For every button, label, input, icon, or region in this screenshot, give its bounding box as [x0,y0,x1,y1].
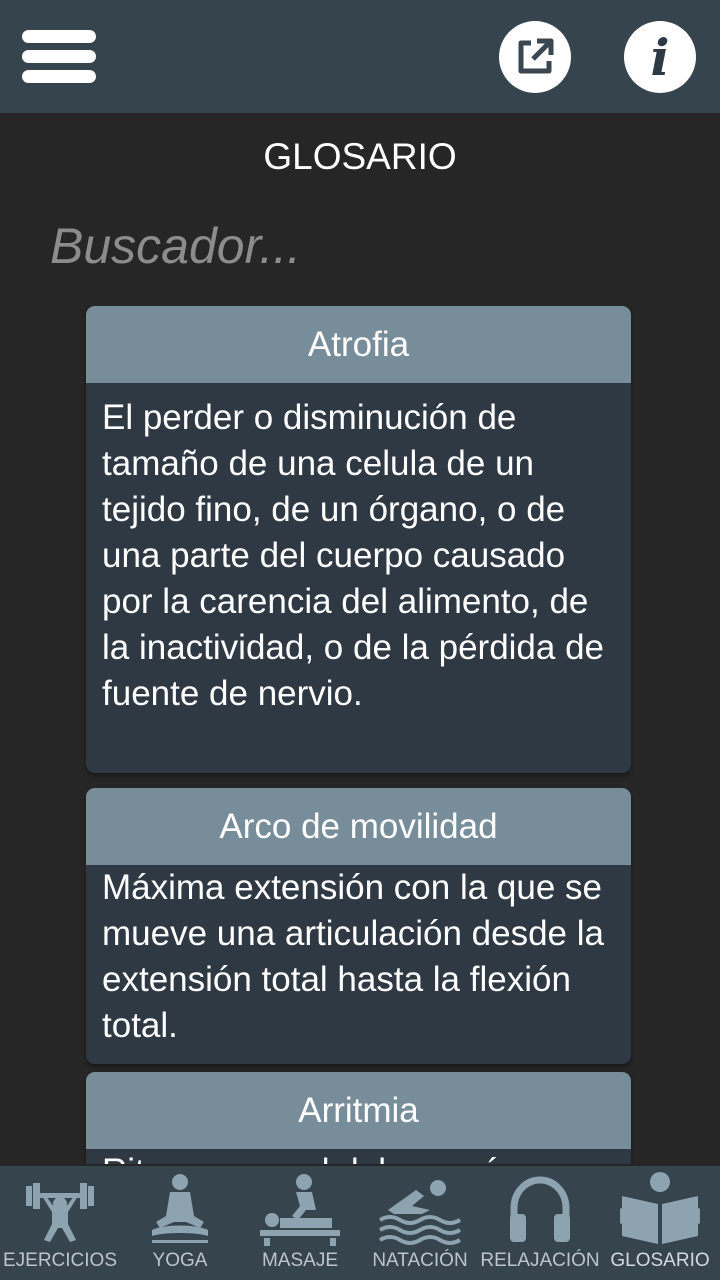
app-screen: i GLOSARIO Atrofia El perder o disminuci… [0,0,720,1280]
share-button[interactable] [499,21,571,93]
glossary-list[interactable]: Atrofia El perder o disminución de tamañ… [0,306,720,1164]
search-input[interactable] [50,214,610,278]
headphones-icon [510,1176,570,1242]
nav-yoga[interactable]: YOGA [120,1166,240,1280]
glossary-card: Atrofia El perder o disminución de tamañ… [86,306,631,773]
nav-label: YOGA [152,1250,208,1271]
glossary-term: Arritmia [86,1072,631,1149]
nav-label: MASAJE [261,1250,339,1271]
top-bar: i [0,0,720,113]
nav-masaje[interactable]: MASAJE [240,1166,360,1280]
glossary-card: Arco de movilidad Máxima extensión con l… [86,788,631,1064]
menu-line [22,70,96,83]
info-icon: i [650,27,670,87]
nav-glosario[interactable]: GLOSARIO [600,1166,720,1280]
glossary-definition: Máxima extensión con la que se mueve una… [102,868,604,1045]
nav-natacion[interactable]: NATACIÓN [360,1166,480,1280]
nav-label: EJERCICIOS [2,1250,118,1271]
swimmer-icon [378,1180,462,1245]
nav-ejercicios[interactable]: EJERCICIOS [0,1166,120,1280]
glossary-definition: El perder o disminución de tamaño de una… [102,398,605,713]
glossary-term: Arco de movilidad [86,788,631,865]
menu-line [22,50,96,63]
nav-label: GLOSARIO [610,1250,710,1271]
meditation-icon [152,1174,208,1243]
page-title: GLOSARIO [263,136,457,177]
nav-label: NATACIÓN [372,1250,468,1271]
glossary-definition: Ritmo anormal del corazón. [86,1149,631,1164]
massage-icon [260,1174,340,1246]
external-link-icon [518,38,554,74]
nav-label: RELAJACIÓN [480,1250,600,1271]
bottom-nav: EJERCICIOS YOGA MASAJE NATACIÓN RELAJACI… [0,1166,720,1280]
nav-relajacion[interactable]: RELAJACIÓN [480,1166,600,1280]
glossary-term: Atrofia [86,306,631,383]
hamburger-menu-icon[interactable] [22,28,96,86]
info-button[interactable]: i [624,21,696,93]
menu-line [22,30,96,43]
book-reader-icon [620,1172,700,1244]
glossary-card: Arritmia Ritmo anormal del corazón. [86,1072,631,1164]
weightlifter-icon [26,1183,94,1242]
